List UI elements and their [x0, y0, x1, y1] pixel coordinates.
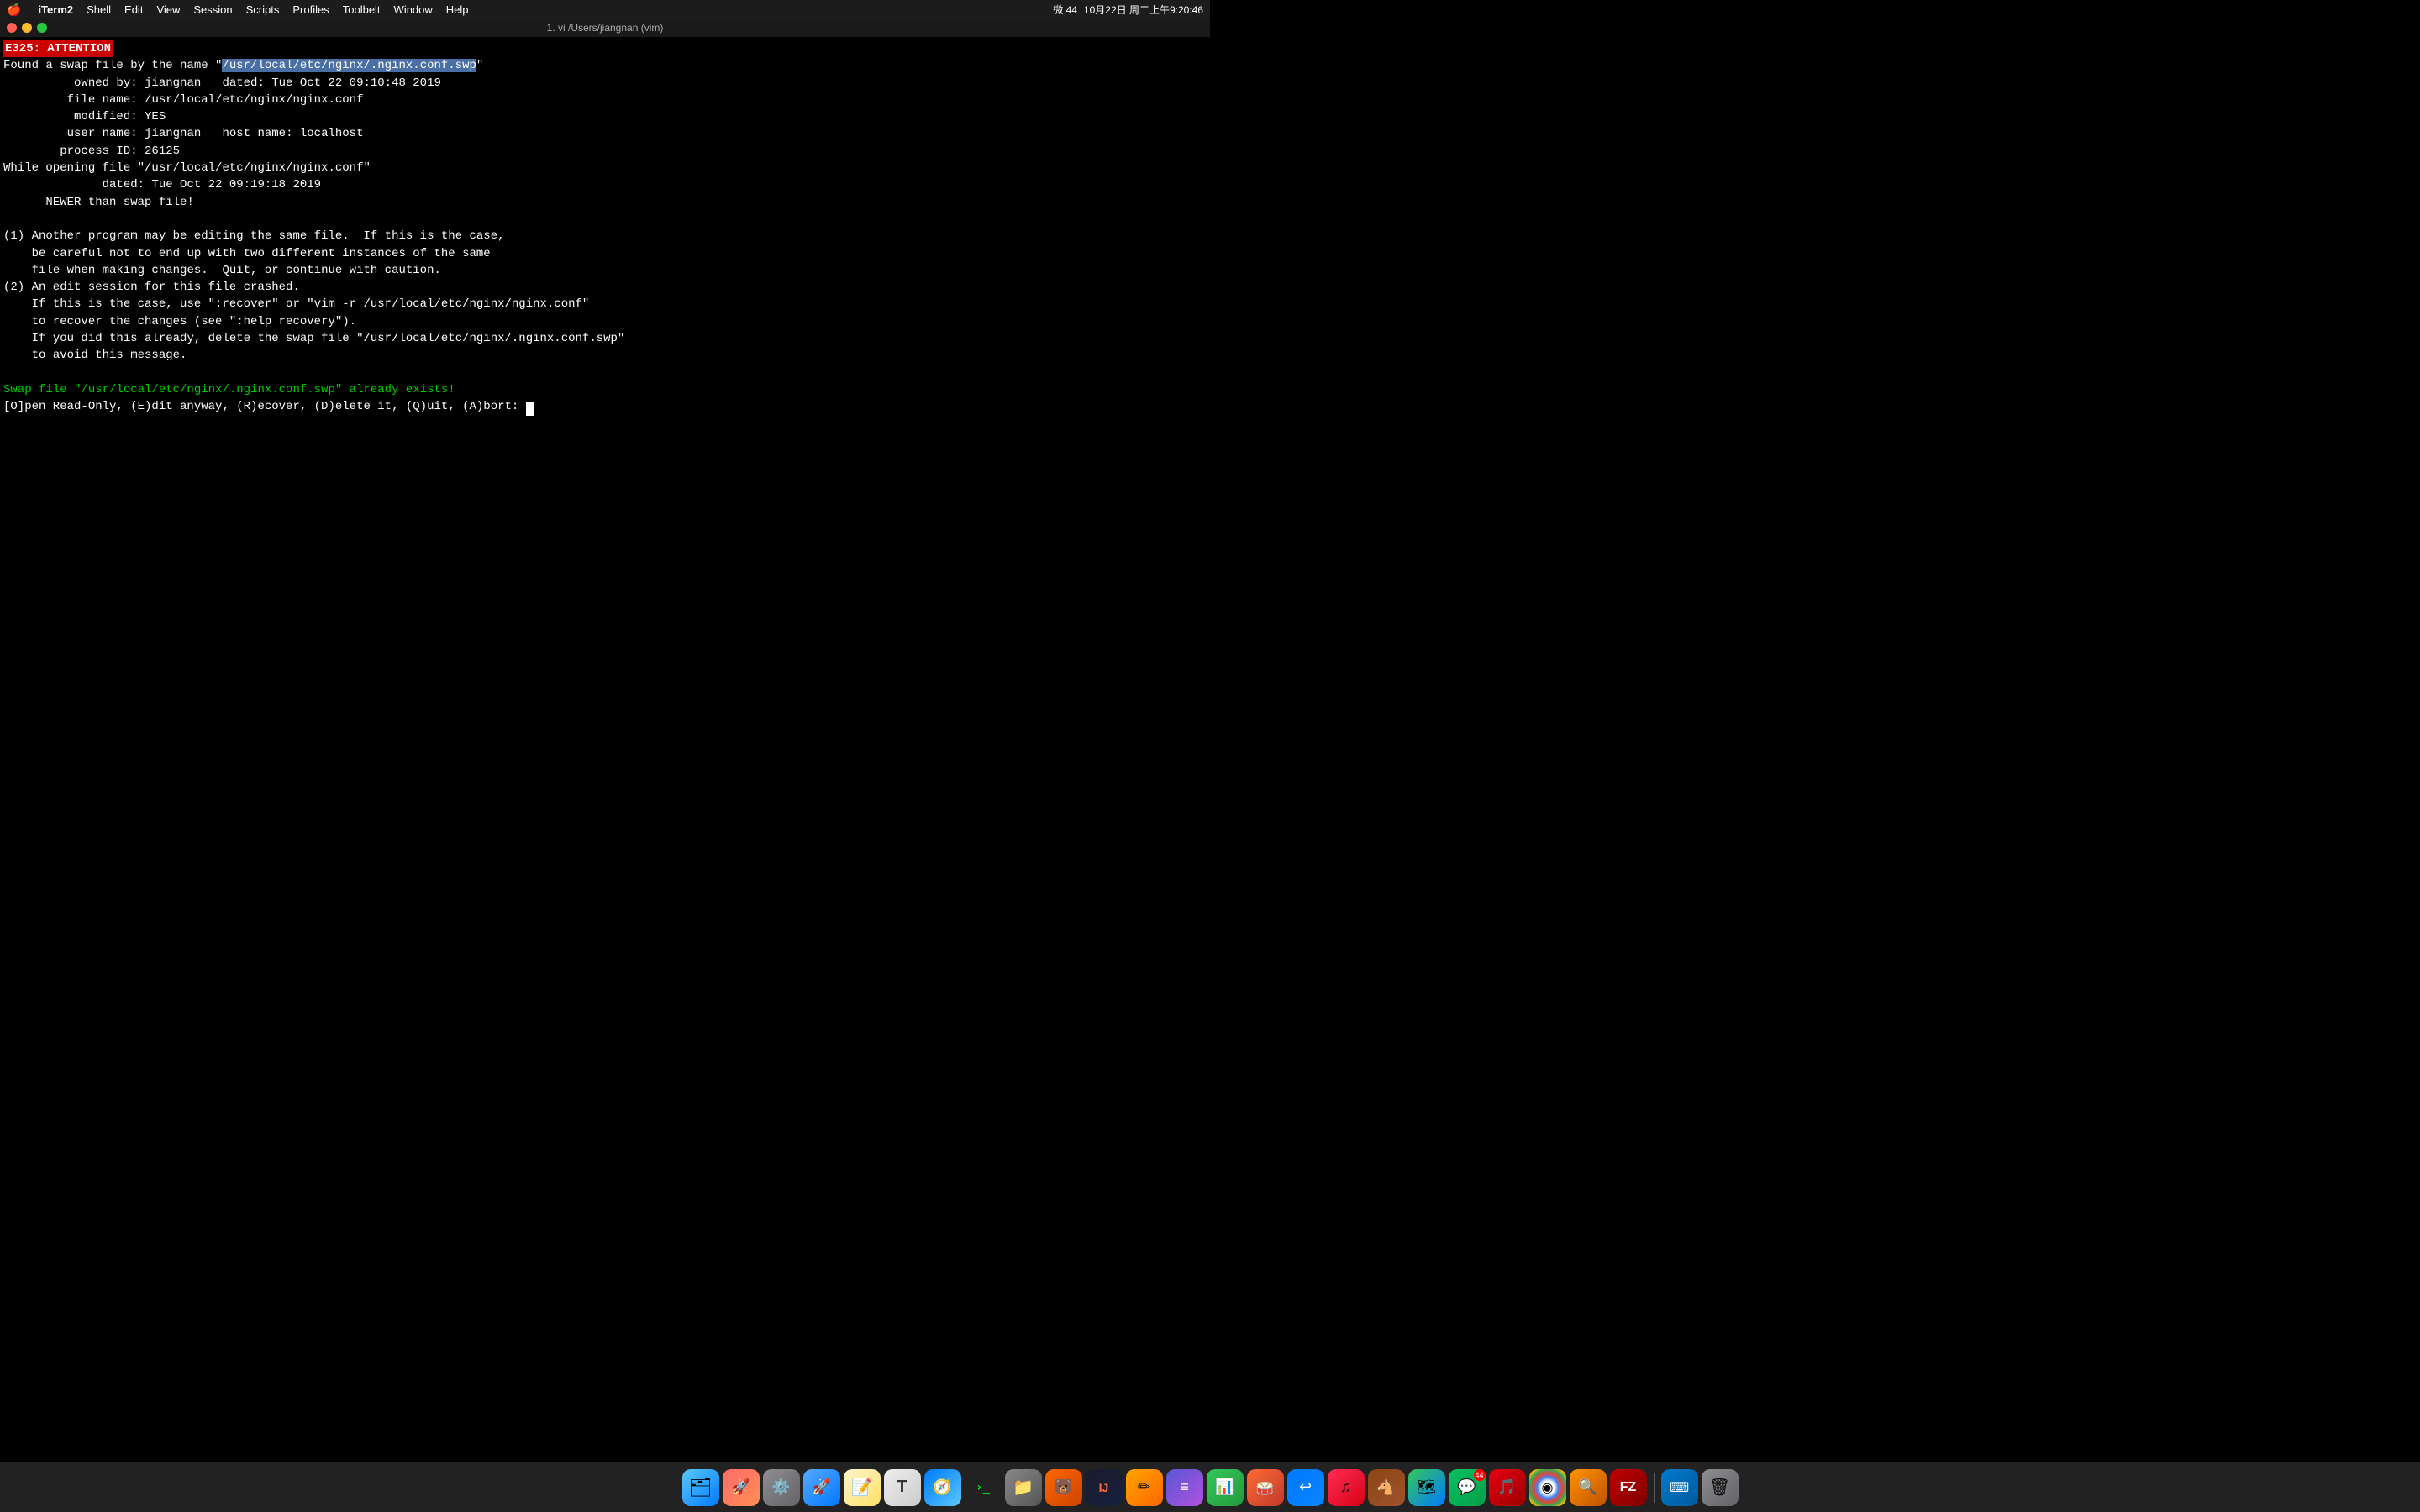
wechat-badge: 44: [1474, 1469, 1486, 1481]
line-12: file when making changes. Quit, or conti…: [3, 264, 441, 277]
menu-help[interactable]: Help: [439, 2, 476, 18]
minimize-button[interactable]: [22, 23, 32, 33]
menu-toolbelt[interactable]: Toolbelt: [336, 2, 387, 18]
menu-session[interactable]: Session: [187, 2, 239, 18]
dock-files[interactable]: 📁: [1005, 1469, 1042, 1506]
highlighted-path: /usr/local/etc/nginx/.nginx.conf.swp: [222, 59, 476, 72]
swap-exists-line: Swap file "/usr/local/etc/nginx/.nginx.c…: [3, 383, 455, 396]
line-3: file name: /usr/local/etc/nginx/nginx.co…: [3, 93, 363, 107]
dock-stack[interactable]: ≡: [1166, 1469, 1203, 1506]
dock-filezilla[interactable]: FZ: [1610, 1469, 1647, 1506]
line-blank2: [3, 366, 10, 380]
menu-iterm2[interactable]: iTerm2: [31, 2, 80, 18]
line-15: to recover the changes (see ":help recov…: [3, 315, 356, 328]
line-9: NEWER than swap file!: [3, 196, 194, 209]
menu-shell[interactable]: Shell: [80, 2, 118, 18]
line-16: If you did this already, delete the swap…: [3, 332, 624, 345]
menu-edit[interactable]: Edit: [118, 2, 150, 18]
dock-finder[interactable]: 🗂: [682, 1469, 719, 1506]
dock-wechat[interactable]: 💬 44: [1449, 1469, 1486, 1506]
menubar: 🍎 iTerm2 Shell Edit View Session Scripts…: [0, 0, 1210, 18]
dock-sketch[interactable]: ✏: [1126, 1469, 1163, 1506]
line-11: be careful not to end up with two differ…: [3, 247, 491, 260]
menu-profiles[interactable]: Profiles: [286, 2, 335, 18]
wechat-status: 微 44: [1053, 3, 1077, 17]
line-13: (2) An edit session for this file crashe…: [3, 281, 300, 294]
dock-item15[interactable]: 🥁: [1247, 1469, 1284, 1506]
dock-rocket[interactable]: 🚀: [803, 1469, 840, 1506]
apple-menu[interactable]: 🍎: [7, 3, 21, 17]
line-4: modified: YES: [3, 110, 166, 123]
dock-horse[interactable]: 🐴: [1368, 1469, 1405, 1506]
dock-notes[interactable]: 📝: [844, 1469, 881, 1506]
prompt-line: [O]pen Read-Only, (E)dit anyway, (R)ecov…: [3, 400, 534, 413]
dock-launchpad[interactable]: 🚀: [723, 1469, 760, 1506]
line-2: owned by: jiangnan dated: Tue Oct 22 09:…: [3, 76, 441, 90]
dock-separator: [1654, 1473, 1655, 1503]
menu-scripts[interactable]: Scripts: [239, 2, 287, 18]
traffic-lights: [7, 23, 47, 33]
dock-music[interactable]: ♫: [1328, 1469, 1365, 1506]
error-badge: E325: ATTENTION: [3, 40, 113, 57]
dock-numbers[interactable]: 📊: [1207, 1469, 1244, 1506]
dock-item16[interactable]: ↩: [1287, 1469, 1324, 1506]
dock: 🗂 🚀 ⚙️ 🚀 📝 T 🧭 ›_ 📁 🐻 IJ ✏ ≡ 📊 🥁 ↩ ♫ 🐴 🗺…: [0, 1462, 2420, 1512]
terminal-cursor: [526, 402, 534, 416]
dock-iterm2[interactable]: ›_: [965, 1469, 1002, 1506]
maximize-button[interactable]: [37, 23, 47, 33]
line-17: to avoid this message.: [3, 349, 187, 362]
terminal-content[interactable]: E325: ATTENTION Found a swap file by the…: [0, 37, 1210, 706]
dock-chrome[interactable]: ◉: [1529, 1469, 1566, 1506]
line-7: While opening file "/usr/local/etc/nginx…: [3, 161, 371, 175]
line-blank: [3, 213, 10, 226]
dock-trash[interactable]: 🗑: [1702, 1469, 1739, 1506]
dock-maps[interactable]: 🗺: [1408, 1469, 1445, 1506]
dock-intellij[interactable]: IJ: [1086, 1469, 1123, 1506]
line-6: process ID: 26125: [3, 144, 180, 158]
dock-search[interactable]: 🔍: [1570, 1469, 1607, 1506]
line-14: If this is the case, use ":recover" or "…: [3, 297, 589, 311]
dock-bear[interactable]: 🐻: [1045, 1469, 1082, 1506]
menu-view[interactable]: View: [150, 2, 187, 18]
dock-netease[interactable]: 🎵: [1489, 1469, 1526, 1506]
titlebar: 1. vi /Users/jiangnan (vim): [0, 18, 1210, 37]
line-8: dated: Tue Oct 22 09:19:18 2019: [3, 178, 321, 192]
menu-window[interactable]: Window: [387, 2, 439, 18]
dock-syspref[interactable]: ⚙️: [763, 1469, 800, 1506]
clock: 10月22日 周二上午9:20:46: [1084, 3, 1203, 17]
dock-safari[interactable]: 🧭: [924, 1469, 961, 1506]
line-5: user name: jiangnan host name: localhost: [3, 127, 363, 140]
line-10: (1) Another program may be editing the s…: [3, 229, 505, 243]
dock-typora[interactable]: T: [884, 1469, 921, 1506]
menubar-left: 🍎 iTerm2 Shell Edit View Session Scripts…: [7, 2, 476, 18]
line-1: Found a swap file by the name "/usr/loca…: [3, 59, 483, 72]
dock-vscode[interactable]: ⌨: [1661, 1469, 1698, 1506]
window-title: 1. vi /Users/jiangnan (vim): [547, 22, 664, 34]
menubar-right: 微 44 10月22日 周二上午9:20:46: [1053, 3, 1203, 17]
close-button[interactable]: [7, 23, 17, 33]
terminal-output: E325: ATTENTION Found a swap file by the…: [3, 40, 1207, 416]
